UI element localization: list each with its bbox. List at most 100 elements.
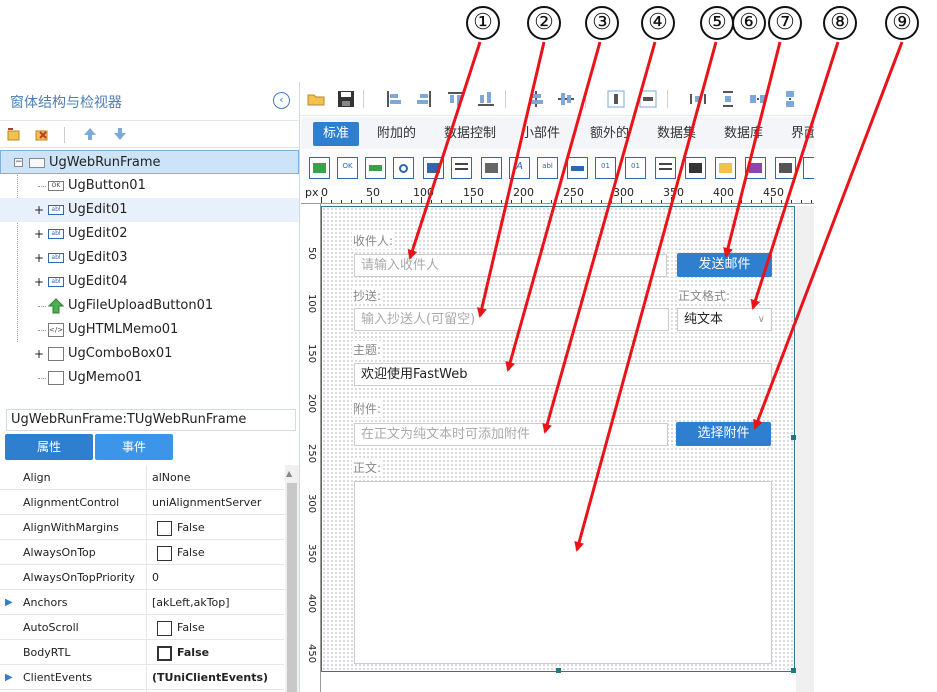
tab-additional[interactable]: 附加的 [377, 122, 416, 146]
tab-standard[interactable]: 标准 [313, 122, 360, 146]
tree-item-ughtmlmemo01[interactable]: </> UgHTMLMemo01 [0, 318, 299, 342]
prop-value[interactable]: 0 [152, 565, 159, 590]
prop-value[interactable]: alNone [152, 465, 191, 490]
tab-properties[interactable]: 属性 [5, 434, 93, 460]
expand-plus-icon[interactable]: + [34, 270, 44, 294]
tab-extra[interactable]: 额外的 [590, 122, 629, 146]
checkbox[interactable] [157, 645, 172, 661]
cc-input[interactable]: 输入抄送人(可留空) [354, 308, 669, 331]
add-node-icon[interactable] [6, 126, 22, 142]
tab-interface[interactable]: 界面 [791, 122, 814, 146]
tree-item-ugbutton01[interactable]: OK UgButton01 [0, 174, 299, 198]
palette-button-icon[interactable]: OK [337, 157, 358, 179]
checkbox[interactable] [157, 545, 172, 561]
prop-checkbox[interactable]: False [157, 540, 205, 565]
tab-widgets[interactable]: 小部件 [521, 122, 560, 146]
palette-more-icon[interactable] [803, 157, 814, 179]
center-vertical-icon[interactable] [557, 90, 575, 108]
open-folder-icon[interactable] [307, 90, 325, 108]
prop-row-clientevents[interactable]: ▶ ClientEvents (TUniClientEvents) [0, 665, 284, 690]
body-memo[interactable] [354, 481, 772, 664]
center-in-parent-h-icon[interactable] [607, 90, 625, 108]
center-in-parent-v-icon[interactable] [639, 90, 657, 108]
move-up-icon[interactable] [82, 126, 98, 142]
palette-tabs-icon[interactable] [745, 157, 766, 179]
format-combobox[interactable]: 纯文本 ∨ [677, 308, 772, 331]
tab-data-controls[interactable]: 数据控制 [444, 122, 496, 146]
expand-plus-icon[interactable]: + [34, 222, 44, 246]
send-mail-button[interactable]: 发送邮件 [677, 253, 772, 277]
prop-row-anchors[interactable]: ▶ Anchors [akLeft,akTop] [0, 590, 284, 615]
tree-item-ugfileuploadbutton01[interactable]: UgFileUploadButton01 [0, 294, 299, 318]
prop-checkbox[interactable]: False [157, 640, 209, 665]
scroll-up-icon[interactable]: ▲ [286, 469, 292, 478]
align-right-icon[interactable] [415, 90, 433, 108]
expand-plus-icon[interactable]: + [34, 342, 44, 366]
prop-value[interactable]: [akLeft,akTop] [152, 590, 230, 615]
palette-radio-icon[interactable] [393, 157, 414, 179]
prop-row-alwaysontop[interactable]: AlwaysOnTop False [0, 540, 284, 565]
prop-value[interactable]: (TUniClientEvents) [152, 665, 268, 690]
prop-row-alignmentcontrol[interactable]: AlignmentControl uniAlignmentServer [0, 490, 284, 515]
subject-input[interactable]: 欢迎使用FastWeb [354, 363, 772, 386]
palette-password-icon[interactable] [567, 157, 588, 179]
tree-item-ugwebrunframe[interactable]: − UgWebRunFrame [0, 150, 299, 174]
palette-panel-icon[interactable] [365, 157, 386, 179]
move-down-icon[interactable] [112, 126, 128, 142]
tree-item-ugmemo01[interactable]: UgMemo01 [0, 366, 299, 390]
palette-list-icon[interactable] [451, 157, 472, 179]
attachment-input[interactable]: 在正文为纯文本时可添加附件 [354, 423, 668, 446]
prop-value[interactable]: uniAlignmentServer [152, 490, 261, 515]
align-left-icon[interactable] [385, 90, 403, 108]
palette-memo-icon[interactable] [481, 157, 502, 179]
tab-events[interactable]: 事件 [95, 434, 173, 460]
palette-checked-icon[interactable] [423, 157, 444, 179]
align-top-icon[interactable] [447, 90, 465, 108]
space-equal-h-icon[interactable] [689, 90, 707, 108]
prop-row-bodyrtl[interactable]: BodyRTL False [0, 640, 284, 665]
prop-scrollbar-thumb[interactable] [287, 483, 297, 692]
collapse-chevron-icon[interactable]: ‹ [273, 92, 290, 109]
chevron-down-icon[interactable]: ∨ [758, 309, 765, 330]
prop-row-autoscroll[interactable]: AutoScroll False [0, 615, 284, 640]
palette-label-icon[interactable]: A [509, 157, 530, 179]
space-decrease-icon[interactable] [781, 90, 799, 108]
prop-row-alwaysontoppriority[interactable]: AlwaysOnTopPriority 0 [0, 565, 284, 590]
expand-arrow-icon[interactable]: ▶ [5, 665, 13, 690]
palette-groupbox-icon[interactable] [715, 157, 736, 179]
prop-checkbox[interactable]: False [157, 615, 205, 640]
designer-scrollbar[interactable] [796, 206, 814, 692]
design-surface[interactable]: 收件人: 请输入收件人 发送邮件 抄送: 正文格式: 输入抄送人(可留空) 纯文… [321, 206, 796, 673]
palette-edit-icon[interactable]: abl [537, 157, 558, 179]
prop-row-align[interactable]: Align alNone [0, 465, 284, 490]
tree-item-ugedit01[interactable]: + abl UgEdit01 [0, 198, 299, 222]
delete-node-icon[interactable] [34, 126, 50, 142]
palette-listbox-icon[interactable] [655, 157, 676, 179]
palette-checkbox-icon[interactable] [309, 157, 330, 179]
prop-row-alignwithmargins[interactable]: AlignWithMargins False [0, 515, 284, 540]
tab-database[interactable]: 数据库 [724, 122, 763, 146]
palette-save-icon[interactable] [685, 157, 706, 179]
choose-attachment-button[interactable]: 选择附件 [676, 422, 771, 446]
align-bottom-icon[interactable] [477, 90, 495, 108]
save-icon[interactable] [337, 90, 355, 108]
tree-item-ugedit04[interactable]: + abl UgEdit04 [0, 270, 299, 294]
palette-number-icon[interactable]: 01 [595, 157, 616, 179]
tree-item-ugedit02[interactable]: + abl UgEdit02 [0, 222, 299, 246]
collapse-icon[interactable]: − [14, 158, 23, 167]
checkbox[interactable] [157, 520, 172, 536]
expand-arrow-icon[interactable]: ▶ [5, 590, 13, 615]
prop-checkbox[interactable]: False [157, 515, 205, 540]
palette-image-icon[interactable] [775, 157, 796, 179]
palette-spin-icon[interactable]: 01 [625, 157, 646, 179]
tab-datasets[interactable]: 数据集 [657, 122, 696, 146]
space-equal-v-icon[interactable] [719, 90, 737, 108]
space-increase-icon[interactable] [749, 90, 767, 108]
center-horizontal-icon[interactable] [527, 90, 545, 108]
expand-plus-icon[interactable]: + [34, 246, 44, 270]
resize-handle[interactable] [556, 668, 561, 673]
recipient-input[interactable]: 请输入收件人 [354, 254, 667, 277]
checkbox[interactable] [157, 620, 172, 636]
tree-item-ugcombobox01[interactable]: + UgComboBox01 [0, 342, 299, 366]
tree-item-ugedit03[interactable]: + abl UgEdit03 [0, 246, 299, 270]
